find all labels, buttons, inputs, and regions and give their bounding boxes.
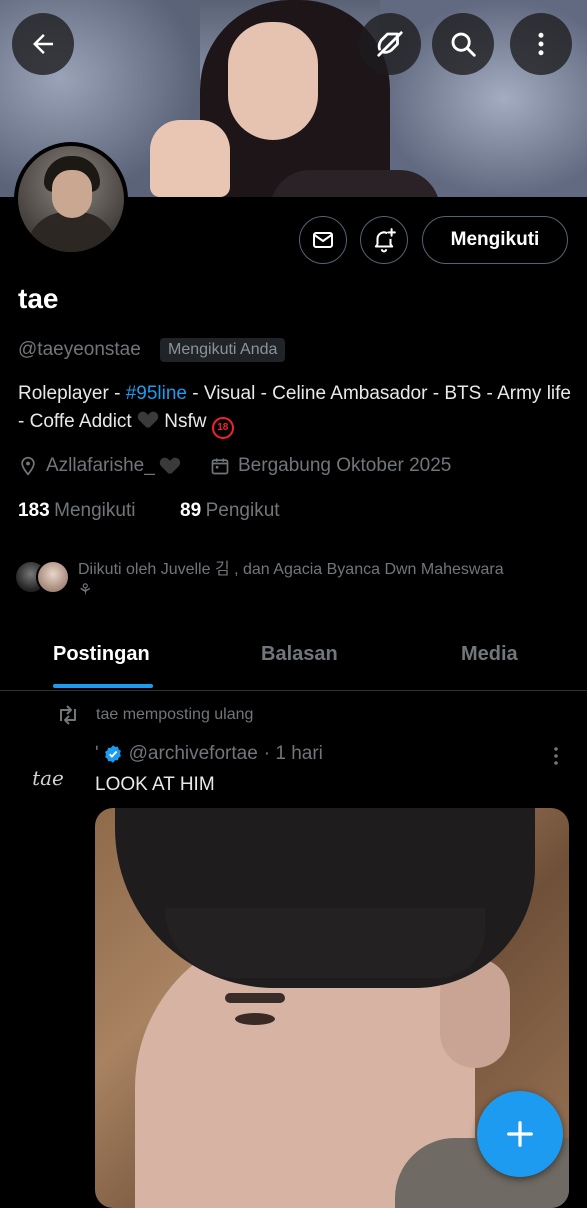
- post-author-handle[interactable]: @archivefortae: [129, 743, 258, 765]
- repost-indicator[interactable]: tae memposting ulang: [56, 705, 253, 725]
- repost-icon: [60, 705, 76, 725]
- tab-replies[interactable]: Balasan: [261, 643, 338, 666]
- banner-figure-body: [270, 170, 440, 197]
- followers-label: Pengikut: [205, 500, 280, 521]
- post-header: ʹ @archivefortae · 1 hari: [95, 743, 323, 765]
- banner-figure-hand: [150, 120, 230, 197]
- notifications-button[interactable]: [360, 216, 408, 264]
- following-label: Mengikuti: [54, 500, 136, 521]
- image-brow: [225, 993, 285, 1003]
- followers-count: 89: [180, 500, 202, 521]
- location-text: Azllafarishe_: [46, 455, 155, 476]
- tab-divider: [0, 690, 587, 691]
- calendar-icon: [211, 458, 229, 475]
- black-heart-icon: [139, 412, 157, 428]
- back-button[interactable]: [12, 13, 74, 75]
- profile-joined-date: Bergabung Oktober 2025: [210, 455, 451, 477]
- post-time: · 1 hari: [263, 743, 323, 764]
- profile-name: tae: [18, 283, 59, 314]
- tab-posts[interactable]: Postingan: [53, 643, 150, 666]
- bio-hashtag-link[interactable]: #95line: [126, 383, 187, 404]
- active-tab-indicator: [53, 684, 153, 688]
- followed-by-text[interactable]: Diikuti oleh Juvelle 김 , dan Agacia Byan…: [78, 559, 578, 601]
- compose-button[interactable]: [477, 1091, 563, 1177]
- bio-text: Nsfw: [159, 411, 212, 432]
- arrow-left-icon: [33, 34, 53, 54]
- following-count-link[interactable]: 183 Mengikuti: [18, 500, 135, 522]
- profile-location: Azllafarishe_: [18, 455, 181, 477]
- image-eye: [235, 1013, 275, 1025]
- banner-figure-face: [228, 22, 318, 140]
- follows-you-badge: Mengikuti Anda: [160, 338, 286, 362]
- hide-tags-button[interactable]: [359, 13, 421, 75]
- avatar-image: [18, 146, 124, 252]
- repost-label: tae memposting ulang: [96, 706, 254, 723]
- following-count: 183: [18, 500, 50, 521]
- black-heart-icon: [161, 458, 179, 474]
- followed-by-names: Diikuti oleh Juvelle 김 , dan Agacia Byan…: [78, 561, 504, 578]
- more-options-button[interactable]: [510, 13, 572, 75]
- avatar[interactable]: [14, 142, 128, 256]
- joined-text: Bergabung Oktober 2025: [238, 455, 452, 476]
- location-pin-icon: [21, 456, 35, 476]
- bio-text: Roleplayer -: [18, 383, 126, 404]
- avatar: [36, 560, 70, 594]
- followers-count-link[interactable]: 89 Pengikut: [180, 500, 280, 522]
- image-fringe: [165, 908, 485, 978]
- profile-handle: @taeyeonstae: [18, 339, 141, 360]
- no-under-18-icon: 18: [211, 417, 234, 439]
- search-icon: [451, 32, 476, 57]
- verified-badge-icon: [104, 745, 121, 763]
- tab-media[interactable]: Media: [461, 643, 518, 666]
- author-prefix: ʹ: [95, 743, 99, 764]
- message-button[interactable]: [299, 216, 347, 264]
- bell-plus-icon: [374, 228, 396, 253]
- post-more-icon[interactable]: [546, 745, 566, 767]
- post-author-avatar[interactable]: tae: [22, 752, 74, 804]
- search-button[interactable]: [432, 13, 494, 75]
- plus-icon: [507, 1121, 533, 1147]
- rose-icon: ⚘: [78, 582, 93, 599]
- more-vertical-icon: [538, 32, 544, 56]
- following-button[interactable]: Mengikuti: [422, 216, 568, 264]
- tag-off-icon: [377, 31, 403, 57]
- avatar-jacket: [26, 212, 118, 252]
- mail-icon: [313, 232, 333, 248]
- post-text: LOOK AT HIM: [95, 774, 215, 795]
- avatar-face: [52, 170, 92, 218]
- profile-bio: Roleplayer - #95line - Visual - Celine A…: [18, 380, 578, 439]
